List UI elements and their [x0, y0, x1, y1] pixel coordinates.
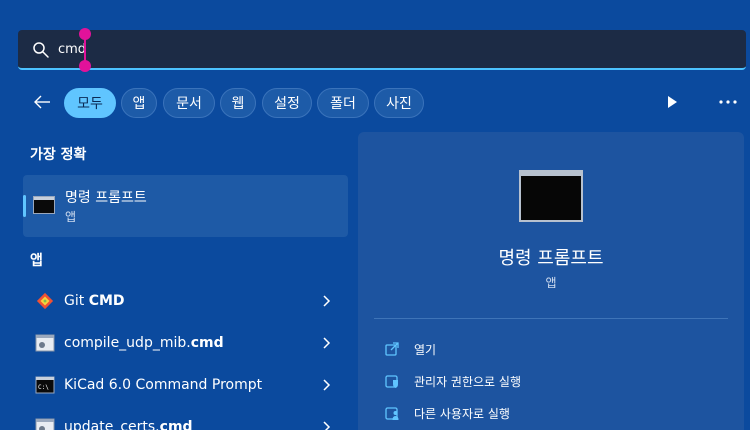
app-result-git-cmd[interactable]: Git CMD — [23, 284, 343, 320]
search-input[interactable] — [58, 38, 658, 60]
app-result-label: Git CMD — [64, 293, 125, 309]
best-match-title: 명령 프롬프트 — [65, 190, 147, 206]
git-icon — [36, 292, 54, 310]
action-run-as-other-user[interactable]: 다른 사용자로 실행 — [384, 402, 724, 426]
filter-chip-photos[interactable]: 사진 — [374, 88, 424, 118]
search-icon — [33, 42, 49, 58]
details-subtitle: 앱 — [545, 276, 557, 290]
details-title: 명령 프롬프트 — [498, 248, 604, 269]
details-panel: 명령 프롬프트 앱 열기 관리자 권한으로 실행 다른 사용자로 실행 — [358, 132, 744, 430]
app-result-compile-udp-mib[interactable]: compile_udp_mib.cmd — [23, 326, 343, 362]
chevron-right-icon[interactable] — [321, 420, 331, 430]
open-external-icon — [385, 342, 399, 356]
search-bar[interactable] — [18, 30, 746, 70]
app-result-kicad-command-prompt[interactable]: C:\ KiCad 6.0 Command Prompt — [23, 368, 343, 404]
chevron-right-icon[interactable] — [321, 336, 331, 350]
more-options-icon[interactable] — [716, 94, 740, 110]
action-label: 관리자 권한으로 실행 — [414, 375, 521, 389]
script-file-icon — [35, 418, 55, 430]
filter-chip-web[interactable]: 웹 — [220, 88, 256, 118]
action-label: 다른 사용자로 실행 — [414, 407, 510, 421]
best-match-subtitle: 앱 — [65, 210, 77, 224]
command-prompt-icon — [33, 196, 55, 214]
app-result-label: KiCad 6.0 Command Prompt — [64, 377, 263, 393]
filter-chip-documents[interactable]: 문서 — [163, 88, 215, 118]
best-match-heading: 가장 정확 — [30, 147, 87, 163]
shield-admin-icon — [385, 375, 398, 388]
svg-text:C:\: C:\ — [38, 384, 49, 391]
action-label: 열기 — [414, 343, 437, 357]
app-result-label: update_certs.cmd — [64, 419, 193, 430]
apps-heading: 앱 — [30, 253, 43, 269]
selection-indicator — [23, 195, 26, 217]
action-open[interactable]: 열기 — [384, 338, 724, 362]
user-switch-icon — [385, 407, 399, 420]
filter-chip-apps[interactable]: 앱 — [121, 88, 157, 118]
details-divider — [374, 318, 728, 319]
app-result-update-certs[interactable]: update_certs.cmd — [23, 410, 343, 430]
filter-row: 모두 앱 문서 웹 설정 폴더 사진 — [0, 86, 750, 118]
app-result-label: compile_udp_mib.cmd — [64, 335, 224, 351]
back-button[interactable] — [30, 90, 54, 114]
cursor-handle-bottom[interactable] — [79, 60, 91, 72]
cmd-icon: C:\ — [35, 376, 55, 394]
command-prompt-large-icon — [519, 170, 583, 222]
chevron-right-icon[interactable] — [321, 294, 331, 308]
action-run-as-admin[interactable]: 관리자 권한으로 실행 — [384, 370, 724, 394]
best-match-result[interactable]: 명령 프롬프트 앱 — [23, 175, 348, 237]
play-icon[interactable] — [664, 94, 680, 110]
filter-chip-all[interactable]: 모두 — [64, 88, 116, 118]
script-file-icon — [35, 334, 55, 352]
filter-chip-settings[interactable]: 설정 — [262, 88, 312, 118]
filter-chip-folders[interactable]: 폴더 — [317, 88, 369, 118]
arrow-left-icon — [34, 95, 50, 109]
chevron-right-icon[interactable] — [321, 378, 331, 392]
